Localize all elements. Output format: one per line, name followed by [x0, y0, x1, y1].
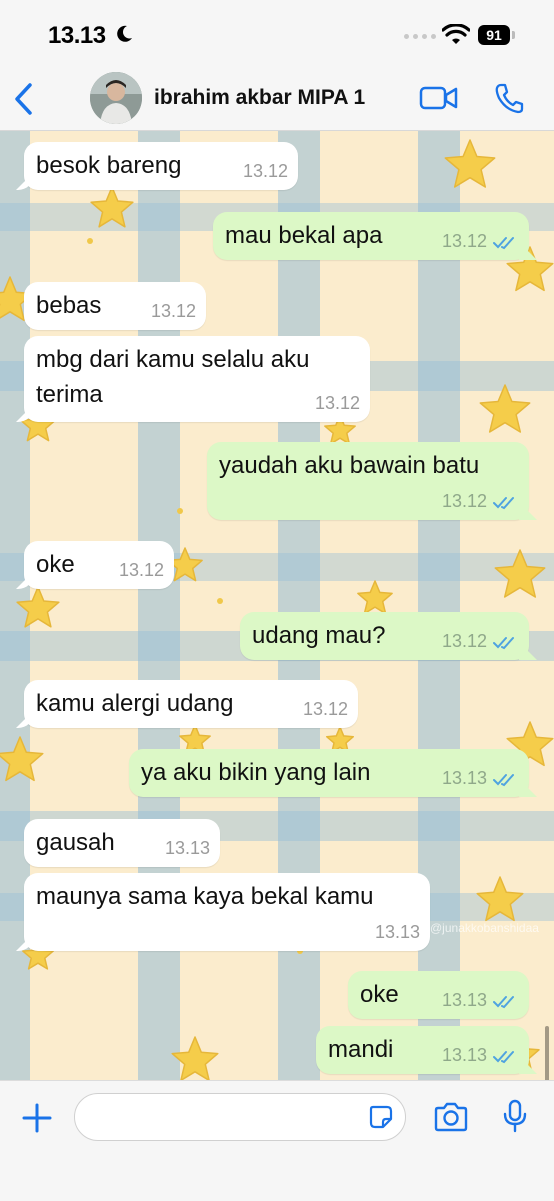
message-outgoing[interactable]: oke 13.13 [348, 971, 529, 1019]
chat-header: ibrahim akbar MIPA 1 [0, 70, 554, 131]
message-incoming[interactable]: mbg dari kamu selalu aku terima 13.12 [24, 336, 370, 422]
read-ticks-icon [493, 1051, 514, 1064]
message-time: 13.13 [164, 838, 210, 858]
battery-icon: 91 [478, 25, 516, 45]
camera-icon[interactable] [433, 1102, 469, 1132]
message-time: 13.12 [302, 699, 348, 719]
read-ticks-icon [493, 237, 514, 250]
sticker-icon[interactable] [369, 1105, 393, 1129]
read-ticks-icon [493, 497, 514, 510]
message-text: oke [360, 981, 399, 1008]
message-text: yaudah aku bawain batu [219, 452, 480, 479]
message-incoming[interactable]: oke 13.12 [24, 541, 174, 589]
avatar[interactable] [90, 72, 142, 124]
message-incoming[interactable]: bebas 13.12 [24, 282, 206, 330]
message-time: 13.13 [441, 1045, 487, 1065]
status-time: 13.13 [48, 22, 106, 49]
message-time: 13.12 [441, 231, 487, 251]
message-text: kamu alergi udang [36, 690, 234, 717]
message-text: ya aku bikin yang lain [141, 759, 371, 786]
message-outgoing[interactable]: mau bekal apa 13.12 [213, 212, 529, 260]
message-text: oke [36, 551, 75, 578]
message-outgoing[interactable]: ya aku bikin yang lain 13.13 [129, 749, 529, 797]
back-icon[interactable] [12, 82, 34, 116]
contact-name[interactable]: ibrahim akbar MIPA 1 [154, 86, 365, 110]
message-time: 13.12 [150, 301, 196, 321]
message-time: 13.13 [441, 990, 487, 1010]
message-time: 13.12 [242, 161, 288, 181]
message-text: udang mau? [252, 622, 386, 649]
message-time: 13.13 [441, 768, 487, 788]
message-text: maunya sama kaya bekal kamu [36, 883, 374, 910]
message-time: 13.12 [441, 631, 487, 651]
message-time: 13.13 [374, 922, 420, 942]
message-text: besok bareng [36, 152, 182, 179]
message-incoming[interactable]: maunya sama kaya bekal kamu 13.13 [24, 873, 430, 951]
read-ticks-icon [493, 774, 514, 787]
message-text: mau bekal apa [225, 222, 383, 249]
read-ticks-icon [493, 637, 514, 650]
message-incoming[interactable]: kamu alergi udang 13.12 [24, 680, 358, 728]
composer-bar [0, 1080, 554, 1201]
message-text: bebas [36, 292, 102, 319]
watermark: @junakkobanshidaa [430, 921, 539, 935]
signal-dots [404, 34, 436, 39]
wifi-icon [442, 24, 470, 44]
message-outgoing[interactable]: udang mau? 13.12 [240, 612, 529, 660]
video-call-icon[interactable] [419, 85, 459, 111]
moon-icon [117, 25, 132, 42]
message-time: 13.12 [118, 560, 164, 580]
message-outgoing[interactable]: mandi 13.13 [316, 1026, 529, 1074]
scrollbar[interactable] [545, 1026, 549, 1080]
status-bar: 13.13 91 [0, 0, 554, 70]
message-text: gausah [36, 829, 115, 856]
battery-level: 91 [478, 25, 510, 45]
message-input[interactable] [74, 1093, 406, 1141]
message-text: mandi [328, 1036, 394, 1063]
chat-area[interactable]: besok bareng 13.12 mau bekal apa 13.12 b… [0, 131, 554, 1080]
message-time: 13.12 [441, 491, 487, 511]
message-incoming[interactable]: besok bareng 13.12 [24, 142, 298, 190]
read-ticks-icon [493, 996, 514, 1009]
message-outgoing[interactable]: yaudah aku bawain batu 13.12 [207, 442, 529, 520]
microphone-icon[interactable] [503, 1099, 527, 1133]
message-incoming[interactable]: gausah 13.13 [24, 819, 220, 867]
plus-icon[interactable] [22, 1103, 52, 1133]
message-time: 13.12 [314, 393, 360, 413]
phone-icon[interactable] [494, 82, 524, 114]
